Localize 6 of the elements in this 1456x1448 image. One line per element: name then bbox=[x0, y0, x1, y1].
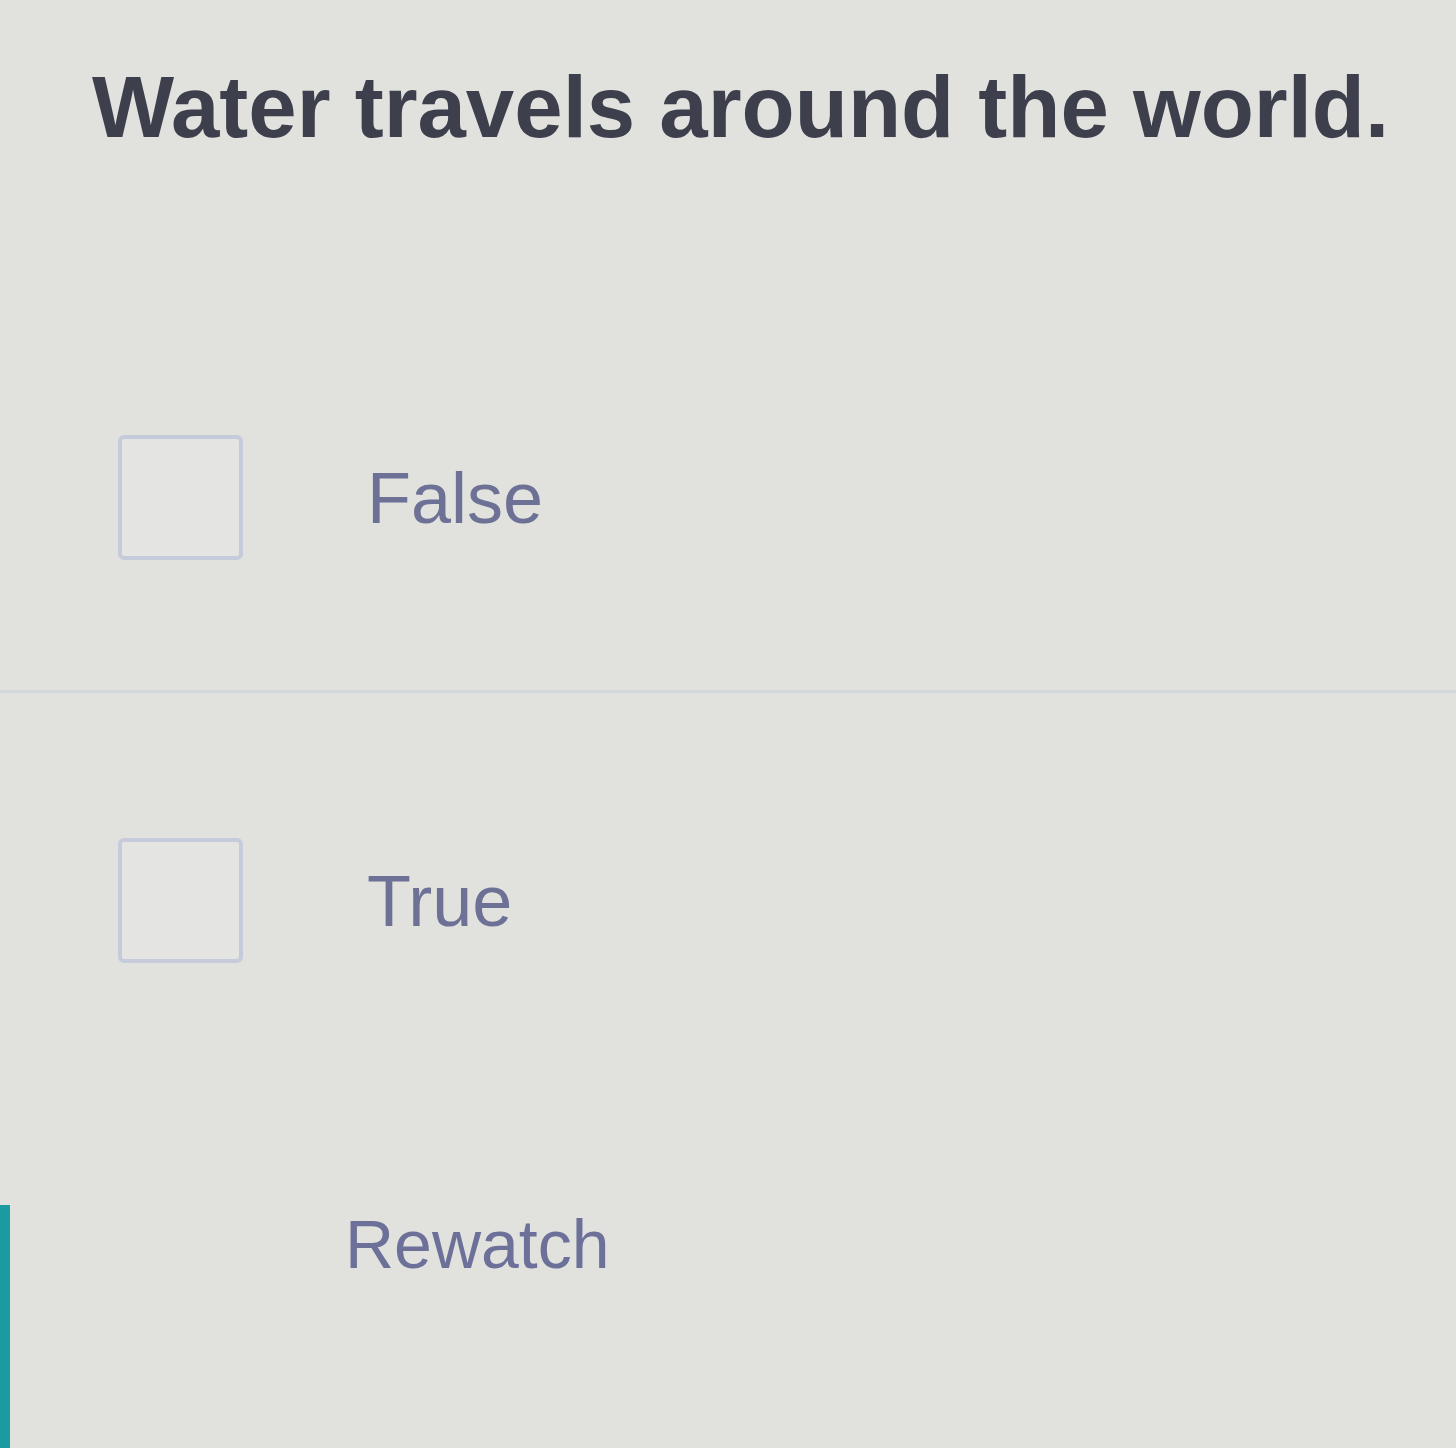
rewatch-button[interactable]: Rewatch bbox=[345, 1204, 610, 1286]
option-label: True bbox=[367, 859, 513, 943]
question-text: Water travels around the world. bbox=[92, 57, 1390, 157]
checkbox[interactable] bbox=[118, 435, 243, 561]
option-label: False bbox=[367, 456, 544, 540]
checkbox[interactable] bbox=[118, 838, 243, 964]
